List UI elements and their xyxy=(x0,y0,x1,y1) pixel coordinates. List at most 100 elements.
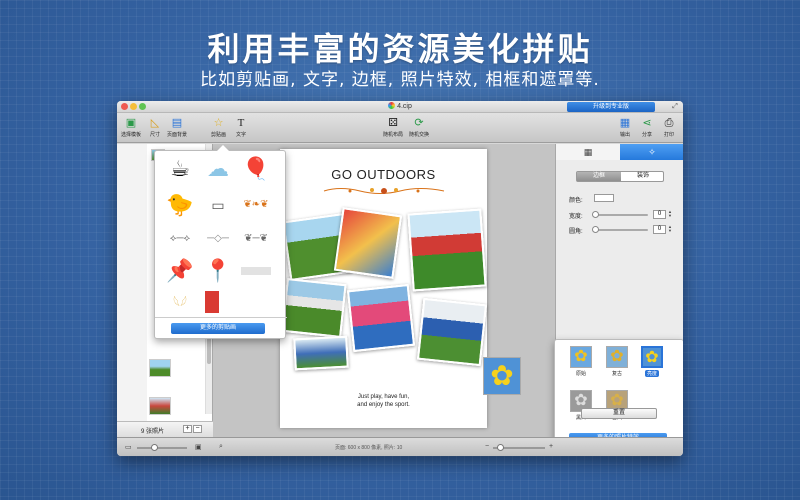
collage-photo[interactable] xyxy=(293,335,349,371)
window-title-text: 4.cip xyxy=(397,103,412,110)
effect-vintage[interactable]: ✿ 复古 xyxy=(606,346,628,377)
collage-photo[interactable] xyxy=(346,283,416,353)
effect-brightness[interactable]: ✿ 亮度 xyxy=(641,346,663,377)
wings-clipart[interactable]: 𓆩𓆪 xyxy=(165,291,195,317)
segment-decor[interactable]: 装饰 xyxy=(621,172,665,181)
yellow-pushpin-clipart[interactable]: 📍 xyxy=(203,259,233,285)
frame-ornament-clipart[interactable]: ▭ xyxy=(203,193,233,219)
toolbar-clipart-button[interactable]: ☆ 剪贴画 xyxy=(211,117,226,138)
divider-flourish-1[interactable]: ⟡─⟡ xyxy=(165,227,195,253)
fullscreen-icon[interactable]: ⤢ xyxy=(671,103,679,111)
color-label: 颜色: xyxy=(569,198,583,204)
toolbar-text-label: 文字 xyxy=(235,132,246,138)
balloons-clipart[interactable]: 🎈 xyxy=(241,157,271,183)
width-stepper[interactable]: ▲ ▼ xyxy=(668,210,673,219)
autumn-leaves-ornament[interactable] xyxy=(320,186,448,196)
photo-list-footer: 9 张照片 + − xyxy=(117,421,213,437)
text-icon: T xyxy=(237,117,245,129)
zoom-in-icon[interactable]: + xyxy=(549,443,553,450)
toolbar-share-button[interactable]: ⋖ 分享 xyxy=(641,117,653,138)
toolbar: ▣ 选择模板 ◺ 尺寸 ▤ 页面背景 ☆ 剪贴画 T 文字 ⚄ 随机布局 ⟳ 随… xyxy=(117,113,683,143)
tab-tools[interactable]: ✧ xyxy=(620,144,683,160)
toolbar-random-layout-label: 随机布局 xyxy=(383,132,404,138)
page-caption[interactable]: Just play, have fun, and enjoy the sport… xyxy=(280,393,487,409)
sunflower-icon: ✿ xyxy=(606,346,628,368)
toolbar-text-button[interactable]: T 文字 xyxy=(235,117,247,138)
toolbar-size-label: 尺寸 xyxy=(149,132,160,138)
remove-photo-button[interactable]: − xyxy=(193,425,202,433)
zoom-out-icon[interactable]: − xyxy=(485,443,489,450)
toolbar-export-label: 输出 xyxy=(619,132,630,138)
export-icon: ▦ xyxy=(619,117,631,129)
magic-wand-icon: ✧ xyxy=(648,147,656,157)
collage-page[interactable]: GO OUTDOORS Just play, have fun, and enj… xyxy=(280,149,488,428)
collage-photo[interactable] xyxy=(333,207,403,279)
add-photo-button[interactable]: + xyxy=(183,425,192,433)
tape-clipart[interactable] xyxy=(241,267,271,275)
page-title[interactable]: GO OUTDOORS xyxy=(280,167,487,182)
clipart-popover: ☕ ☁ 🎈 🐤 ▭ ❦❧❦ ⟡─⟡ ─◇─ ❦─❦ 📌 📍 𓆩𓆪 更多的剪贴画 xyxy=(154,145,287,339)
red-tag-clipart[interactable] xyxy=(205,291,219,313)
zoom-icon[interactable]: ⌕ xyxy=(219,443,223,451)
photo-thumbnail[interactable] xyxy=(149,359,171,377)
rubber-duck-clipart[interactable]: 🐤 xyxy=(165,193,195,219)
effect-original-label: 原始 xyxy=(575,371,586,377)
effect-brightness-label: 亮度 xyxy=(644,370,659,377)
divider-flourish-3[interactable]: ❦─❦ xyxy=(241,227,271,253)
width-slider[interactable] xyxy=(592,211,648,218)
reset-button[interactable]: 重置 xyxy=(581,408,657,419)
photo-list-gutter xyxy=(117,144,147,437)
template-icon: ▣ xyxy=(125,117,137,129)
toolbar-background-button[interactable]: ▤ 页面背景 xyxy=(167,117,187,138)
radius-stepper[interactable]: ▲ ▼ xyxy=(668,225,673,234)
zoom-slider[interactable] xyxy=(493,444,545,451)
radius-slider[interactable] xyxy=(592,226,648,233)
thumbnail-size-slider[interactable] xyxy=(137,444,187,451)
toolbar-size-button[interactable]: ◺ 尺寸 xyxy=(149,117,161,138)
caption-line-1: Just play, have fun, xyxy=(357,394,410,400)
segment-border[interactable]: 边框 xyxy=(577,172,621,181)
sunflower-icon: ✿ xyxy=(570,346,592,368)
border-decor-segmented: 边框 装饰 xyxy=(576,171,664,182)
upgrade-button[interactable]: 升级到专业版 xyxy=(567,102,655,112)
bottom-bar: ▭ ▣ ⌕ 页面: 600 x 800 像素, 照片: 10 − + xyxy=(117,437,683,456)
toolbar-template-button[interactable]: ▣ 选择模板 xyxy=(121,117,141,138)
toolbar-print-button[interactable]: ⎙ 打印 xyxy=(663,117,675,138)
printer-icon: ⎙ xyxy=(664,117,674,129)
more-clipart-button[interactable]: 更多的剪贴画 xyxy=(171,323,265,334)
photo-effects-popover: ✿ 原始 ✿ 复古 ✿ 亮度 ✿ 黑白 ✿ 古风 更多的照片特效 xyxy=(554,339,683,444)
radius-label: 圆角: xyxy=(569,229,583,235)
width-label: 宽度: xyxy=(569,214,583,220)
collage-photo[interactable] xyxy=(407,208,487,292)
divider-flourish-2[interactable]: ─◇─ xyxy=(203,227,233,253)
photo-thumbnail[interactable] xyxy=(149,397,171,415)
dice-icon: ⚄ xyxy=(388,117,398,129)
toolbar-random-swap-label: 随机交换 xyxy=(409,132,430,138)
document-icon xyxy=(388,102,396,109)
ruler-icon: ◺ xyxy=(150,117,160,129)
large-page-icon: ▣ xyxy=(195,444,202,451)
toolbar-random-swap-button[interactable]: ⟳ 随机交换 xyxy=(409,117,429,138)
grid-icon: ▦ xyxy=(583,147,593,157)
caption-line-2: and enjoy the sport. xyxy=(357,402,410,408)
collage-photo[interactable] xyxy=(281,278,347,338)
collage-photo[interactable] xyxy=(416,297,488,367)
width-value[interactable]: 0 xyxy=(653,210,666,219)
toolbar-random-layout-button[interactable]: ⚄ 随机布局 xyxy=(383,117,403,138)
blue-pushpin-clipart[interactable]: 📌 xyxy=(165,259,195,285)
shuffle-icon: ⟳ xyxy=(414,117,424,129)
tab-layout[interactable]: ▦ xyxy=(556,144,620,160)
coffee-cup-clipart[interactable]: ☕ xyxy=(165,157,195,183)
effect-original[interactable]: ✿ 原始 xyxy=(570,346,592,377)
toolbar-template-label: 选择模板 xyxy=(121,132,142,138)
promo-subheadline: 比如剪贴画, 文字, 边框, 照片特效, 相框和遮罩等. xyxy=(200,70,600,90)
toolbar-export-button[interactable]: ▦ 输出 xyxy=(619,117,631,138)
photo-collage xyxy=(280,199,488,371)
cloud-clipart[interactable]: ☁ xyxy=(203,157,233,183)
border-flourish-clipart[interactable]: ❦❧❦ xyxy=(241,193,271,219)
border-color-swatch[interactable] xyxy=(594,194,614,202)
promo-headline: 利用丰富的资源美化拼贴 xyxy=(207,30,593,68)
small-page-icon: ▭ xyxy=(125,444,132,451)
radius-value[interactable]: 0 xyxy=(653,225,666,234)
title-bar: 4.cip 升级到专业版 ⤢ xyxy=(117,101,683,113)
